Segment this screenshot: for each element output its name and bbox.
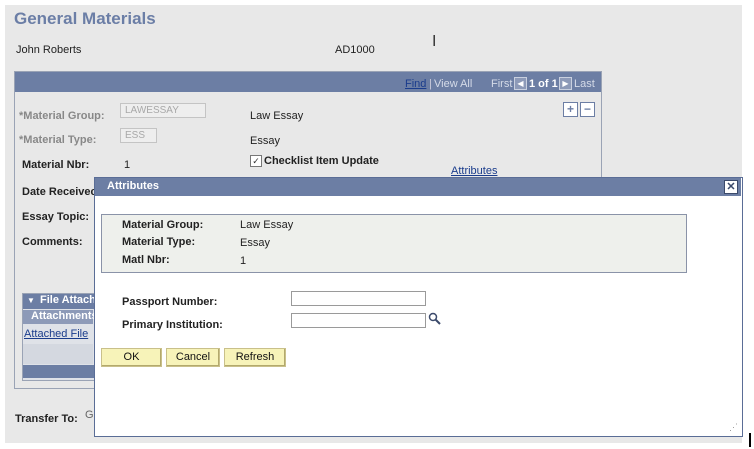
magnifier-icon[interactable] [428,312,441,325]
page-title: General Materials [14,9,156,28]
material-group-label: *Material Group: [19,110,105,122]
modal-material-group-label: Material Group: [122,219,204,231]
attached-file-column[interactable]: Attached File [24,328,88,340]
material-type-desc: Essay [250,135,280,147]
passport-number-input[interactable] [291,291,426,306]
attributes-link[interactable]: Attributes [451,165,497,177]
modal-matl-nbr-label: Matl Nbr: [122,254,170,266]
cursor-mark [749,433,751,447]
triangle-down-icon[interactable]: ▼ [27,296,35,305]
modal-matl-nbr-value: 1 [240,255,247,267]
plus-icon[interactable]: + [563,102,578,117]
material-type-field: ESS [120,128,157,143]
modal-title: Attributes [107,180,159,192]
cancel-button[interactable]: Cancel [166,348,220,367]
primary-institution-label: Primary Institution: [122,319,223,331]
material-type-label: *Material Type: [19,134,97,146]
minus-icon[interactable]: − [580,102,595,117]
modal-material-group-value: Law Essay [240,219,294,231]
attachments-subheader: Attachments [23,310,98,324]
transfer-to-label: Transfer To: [15,413,78,425]
modal-material-type-label: Material Type: [122,236,196,248]
person-id: AD1000 [335,44,375,56]
view-all-link[interactable]: View All [434,78,472,90]
row-position: 1 of 1 [529,78,558,90]
attachment-row [23,344,93,364]
refresh-button[interactable]: Refresh [224,348,286,367]
next-arrow-icon[interactable]: ▶ [559,77,572,90]
comments-label: Comments: [22,236,83,248]
modal-material-type-value: Essay [240,237,270,249]
primary-institution-input[interactable] [291,313,426,328]
person-name: John Roberts [16,44,82,56]
modal-header [95,178,741,196]
previous-arrow-icon[interactable]: ◀ [514,77,527,90]
find-link[interactable]: Find [405,78,426,90]
text-cursor-icon: I [432,32,437,50]
resize-grip-icon[interactable]: ⋰ [729,422,738,433]
checklist-label: Checklist Item Update [264,155,379,167]
material-group-field: LAWESSAY [120,103,206,118]
ok-button[interactable]: OK [101,348,162,367]
attachments-subheader-label: Attachments [31,310,98,322]
first-link[interactable]: First [491,78,512,90]
material-nbr-label: Material Nbr: [22,159,90,171]
material-group-desc: Law Essay [250,110,304,122]
passport-number-label: Passport Number: [122,296,218,308]
transfer-to-value: G [85,409,94,421]
close-icon[interactable]: ✕ [724,180,738,194]
last-link[interactable]: Last [574,78,595,90]
essay-topic-label: Essay Topic: [22,211,90,223]
nav-separator: | [429,78,432,90]
checklist-checkbox[interactable]: ✓ [250,155,262,167]
date-received-label: Date Receivec [22,186,97,198]
material-nbr-value: 1 [124,159,131,171]
